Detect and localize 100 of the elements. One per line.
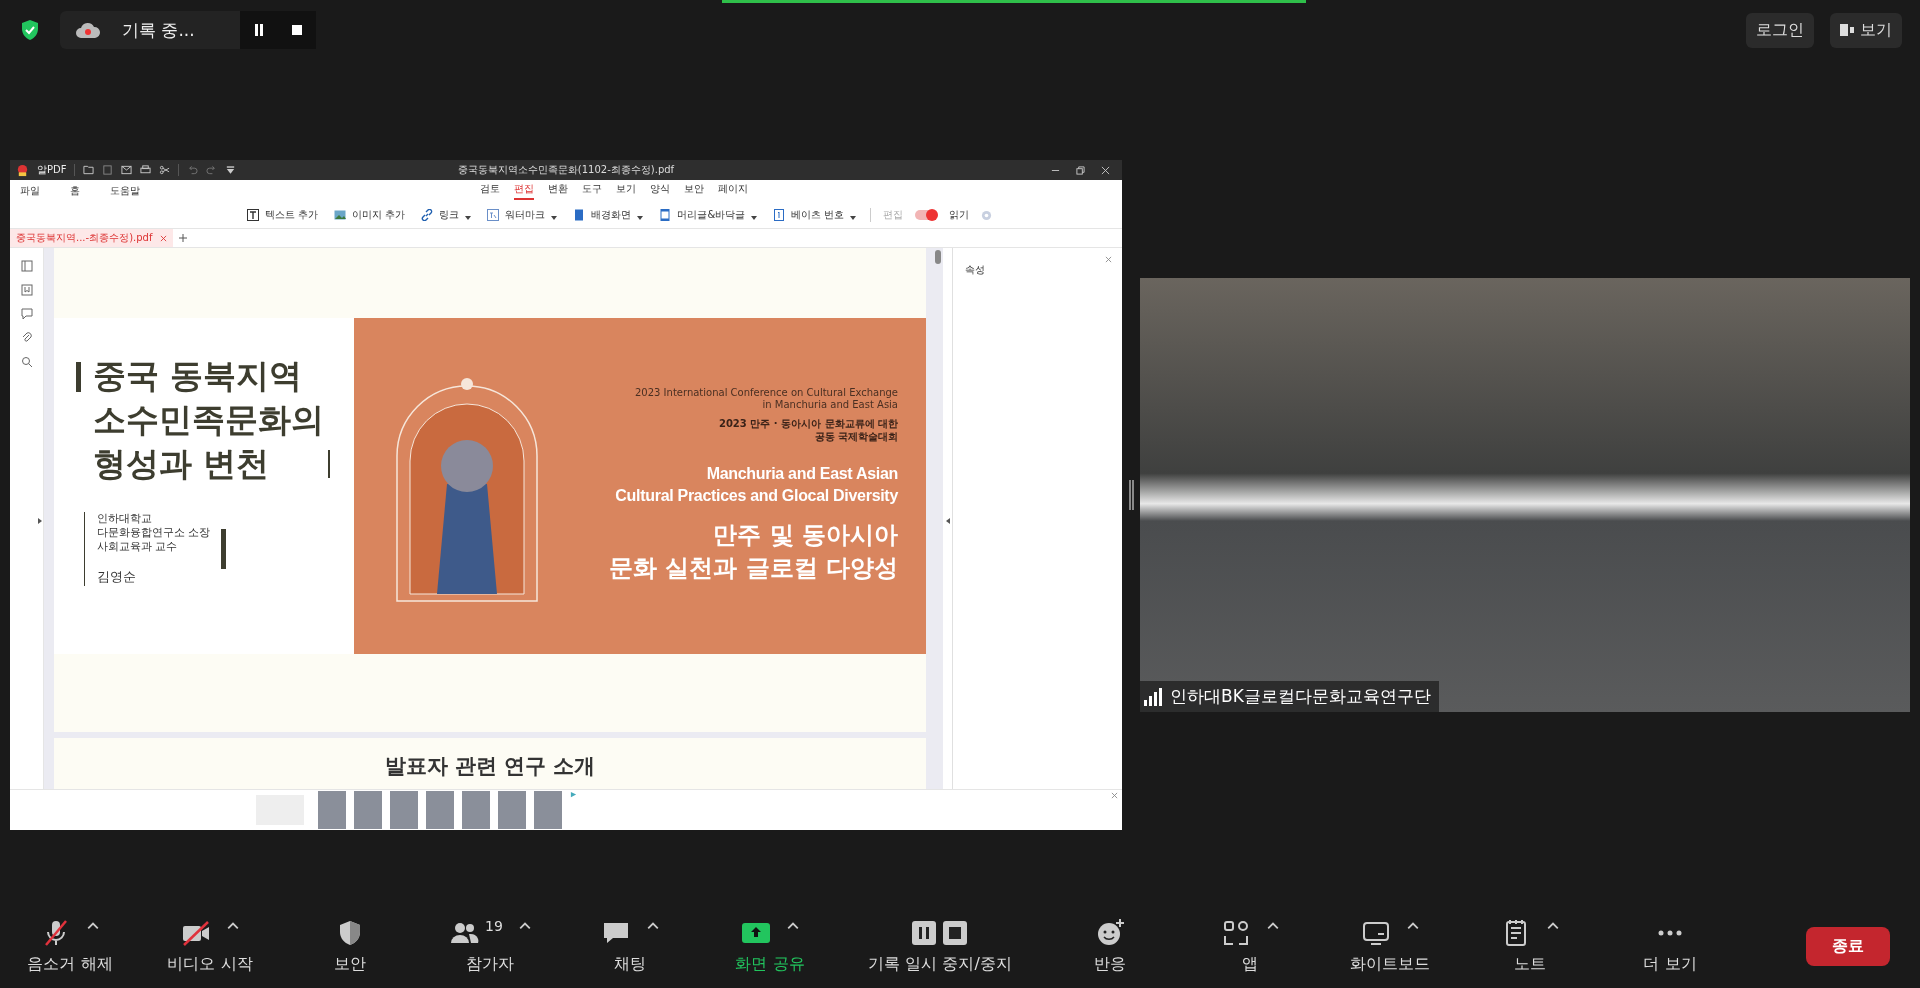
caret-icon[interactable]	[1407, 922, 1419, 930]
accent-bar	[220, 529, 226, 569]
theme-title-korean: 만주 및 동아시아 문화 실천과 글로컬 다양성	[608, 520, 898, 584]
toolbar-button[interactable]: 머리글&바닥글	[657, 206, 760, 224]
meeting-control-button[interactable]: 노트	[1460, 918, 1600, 975]
participant-count: 19	[485, 918, 503, 934]
ribbon-tab[interactable]: 양식	[650, 182, 670, 200]
caret-icon[interactable]	[647, 922, 659, 930]
menu-item[interactable]: 홈	[70, 184, 80, 198]
caret-icon[interactable]	[1267, 922, 1279, 930]
text-cursor	[328, 450, 330, 478]
meeting-control-button[interactable]: 앱	[1180, 918, 1320, 975]
document-tab[interactable]: 중국동북지역...-최종수정).pdf	[10, 229, 174, 247]
app-name: 알PDF	[37, 163, 67, 177]
ribbon-tab[interactable]: 도구	[582, 182, 602, 200]
toolbar-button[interactable]: 텍스트 추가	[245, 206, 321, 224]
meeting-control-button[interactable]: 더 보기	[1600, 918, 1740, 975]
caret-icon[interactable]	[1547, 922, 1559, 930]
pause-recording-button[interactable]	[240, 11, 278, 49]
meeting-control-button[interactable]: 음소거 해제	[0, 918, 140, 975]
recording-status: 기록 중...	[122, 18, 196, 42]
close-icon[interactable]	[1101, 165, 1110, 175]
toolbar-button[interactable]: 배경화면	[571, 206, 646, 224]
stop-recording-button[interactable]	[278, 11, 316, 49]
thumbnails-icon[interactable]	[20, 260, 33, 272]
page-number-icon	[773, 209, 786, 221]
toolbar-button[interactable]: 베이츠 번호	[771, 206, 859, 224]
print-icon[interactable]	[140, 165, 152, 175]
app-logo-icon	[16, 163, 29, 177]
link-icon	[421, 209, 434, 221]
undo-icon[interactable]	[187, 165, 199, 175]
view-button[interactable]: 보기	[1830, 12, 1902, 48]
ribbon-tab[interactable]: 변환	[548, 182, 568, 200]
redo-icon[interactable]	[206, 165, 218, 175]
folder-icon[interactable]	[83, 165, 95, 175]
participant-name: 인하대BK글로컬다문화교육연구단	[1170, 685, 1431, 708]
edit-mode-label: 편집	[883, 208, 904, 222]
login-button[interactable]: 로그인	[1746, 12, 1814, 48]
ad-photo-placeholder[interactable]	[497, 791, 526, 829]
comment-icon[interactable]	[20, 308, 33, 320]
cloud-record-icon	[74, 20, 102, 40]
caret-icon[interactable]	[787, 922, 799, 930]
toolbar-button[interactable]: 이미지 추가	[332, 206, 408, 224]
meeting-control-button[interactable]: 비디오 시작	[140, 918, 280, 975]
header-footer-icon	[659, 209, 672, 221]
scrollbar-thumb[interactable]	[935, 250, 941, 264]
view-layout-icon	[1840, 23, 1854, 37]
theme-title-english: Manchuria and East Asian Cultural Practices and Glocal Diversity	[614, 464, 898, 506]
document-tab-label: 중국동북지역...-최종수정).pdf	[16, 231, 153, 245]
signal-bars-icon	[1144, 687, 1162, 706]
ad-photo-placeholder[interactable]	[353, 791, 382, 829]
ribbon-tab[interactable]: 보안	[684, 182, 704, 200]
meeting-control-button[interactable]: 19 참가자	[420, 918, 560, 975]
meeting-control-button[interactable]: 화이트보드	[1320, 918, 1460, 975]
resize-handle[interactable]	[1128, 480, 1134, 510]
caret-icon[interactable]	[518, 922, 531, 930]
title-accent-bar	[76, 362, 81, 392]
new-tab-icon[interactable]	[179, 234, 188, 242]
scissors-icon[interactable]	[159, 165, 171, 175]
page-background-icon	[573, 209, 586, 221]
text-box-icon	[247, 209, 259, 221]
caret-icon[interactable]	[87, 922, 99, 930]
meeting-control-button[interactable]: 반응	[1040, 918, 1180, 975]
dropdown-icon[interactable]	[225, 165, 237, 175]
toolbar-button[interactable]: 링크	[419, 206, 474, 224]
restore-icon[interactable]	[1076, 165, 1085, 175]
mail-icon[interactable]	[121, 165, 133, 175]
meeting-control-button[interactable]: 보안	[280, 918, 420, 975]
ad-photo-placeholder[interactable]	[461, 791, 490, 829]
mode-toggle-switch[interactable]	[915, 210, 938, 220]
collapse-arrow-icon[interactable]	[946, 518, 950, 524]
stop-icon	[292, 25, 302, 35]
slide-title: 중국 동북지역 소수민족문화의 형성과 변천	[93, 355, 324, 485]
ad-photo-placeholder[interactable]	[533, 791, 562, 829]
ad-choices-icon[interactable]	[569, 791, 577, 798]
ad-photo-placeholder[interactable]	[389, 791, 418, 829]
end-meeting-button[interactable]: 종료	[1806, 927, 1890, 966]
meeting-control-button[interactable]: 화면 공유	[700, 918, 840, 975]
meeting-control-button[interactable]: 채팅	[560, 918, 700, 975]
attachment-icon[interactable]	[20, 332, 33, 344]
read-mode-label: 읽기	[949, 208, 970, 222]
meeting-control-button[interactable]: 기록 일시 중지/중지	[840, 918, 1040, 975]
author-affiliation: 인하대학교 다문화융합연구소 소장 사회교육과 교수	[97, 512, 211, 554]
ribbon-tab[interactable]: 편집	[514, 182, 534, 200]
search-icon[interactable]	[20, 356, 33, 368]
ribbon-tab[interactable]: 검토	[480, 182, 500, 200]
menu-item[interactable]: 파일	[20, 184, 40, 198]
pause-icon	[254, 24, 264, 36]
toolbar-button[interactable]: 워터마크	[485, 206, 560, 224]
watermark-icon	[487, 209, 500, 221]
ad-photo-placeholder[interactable]	[425, 791, 454, 829]
expand-arrow-icon[interactable]	[38, 518, 42, 524]
menu-item[interactable]: 도움말	[110, 184, 140, 198]
page-heading: 발표자 관련 연구 소개	[384, 753, 596, 780]
close-icon[interactable]	[160, 234, 168, 242]
caret-icon[interactable]	[227, 922, 239, 930]
ad-photo-placeholder[interactable]	[317, 791, 346, 829]
image-icon	[334, 209, 347, 221]
ribbon-tab[interactable]: 페이지	[718, 182, 748, 200]
ribbon-tab[interactable]: 보기	[616, 182, 636, 200]
